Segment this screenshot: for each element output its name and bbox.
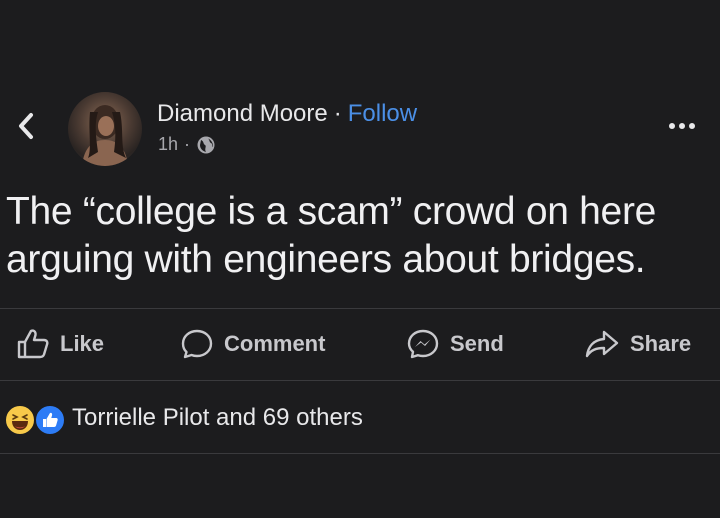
send-button[interactable]: Send bbox=[406, 328, 504, 360]
author-line: Diamond Moore · Follow bbox=[157, 99, 417, 129]
share-button[interactable]: Share bbox=[584, 328, 691, 360]
comment-bubble-icon bbox=[181, 329, 213, 359]
divider bbox=[0, 453, 720, 454]
name-separator: · bbox=[333, 100, 342, 127]
thumbs-up-icon bbox=[17, 329, 49, 359]
divider bbox=[0, 380, 720, 381]
post-header: Diamond Moore · Follow 1h · bbox=[0, 86, 720, 166]
send-label: Send bbox=[450, 331, 504, 356]
globe-icon bbox=[197, 136, 215, 153]
dot-icon bbox=[679, 123, 685, 129]
like-reaction-icon bbox=[34, 404, 66, 436]
avatar-image bbox=[82, 105, 128, 166]
haha-reaction-icon bbox=[4, 404, 36, 436]
post-time[interactable]: 1h bbox=[158, 134, 178, 155]
reaction-icons bbox=[4, 402, 66, 436]
more-options-button[interactable] bbox=[664, 114, 700, 138]
share-arrow-icon bbox=[585, 330, 619, 358]
meta-separator: · bbox=[184, 134, 191, 154]
reactions-summary[interactable]: Torrielle Pilot and 69 others bbox=[4, 398, 363, 438]
comment-button[interactable]: Comment bbox=[180, 328, 325, 360]
share-label: Share bbox=[630, 331, 692, 356]
author-name[interactable]: Diamond Moore bbox=[157, 100, 328, 127]
follow-button[interactable]: Follow bbox=[348, 100, 417, 127]
divider bbox=[0, 308, 720, 309]
post-text: The “college is a scam” crowd on here ar… bbox=[6, 190, 657, 281]
avatar[interactable] bbox=[68, 92, 142, 166]
like-label: Like bbox=[60, 331, 105, 356]
messenger-icon bbox=[407, 329, 439, 359]
chevron-left-icon bbox=[19, 113, 33, 139]
reactions-text[interactable]: Torrielle Pilot and 69 others bbox=[72, 404, 363, 432]
dot-icon bbox=[669, 123, 675, 129]
dot-icon bbox=[689, 123, 695, 129]
back-button[interactable] bbox=[8, 108, 44, 144]
comment-label: Comment bbox=[224, 331, 326, 356]
like-button[interactable]: Like bbox=[16, 328, 104, 360]
action-bar: Like Comment Send Share bbox=[0, 318, 720, 370]
post-meta: 1h · bbox=[158, 134, 216, 155]
